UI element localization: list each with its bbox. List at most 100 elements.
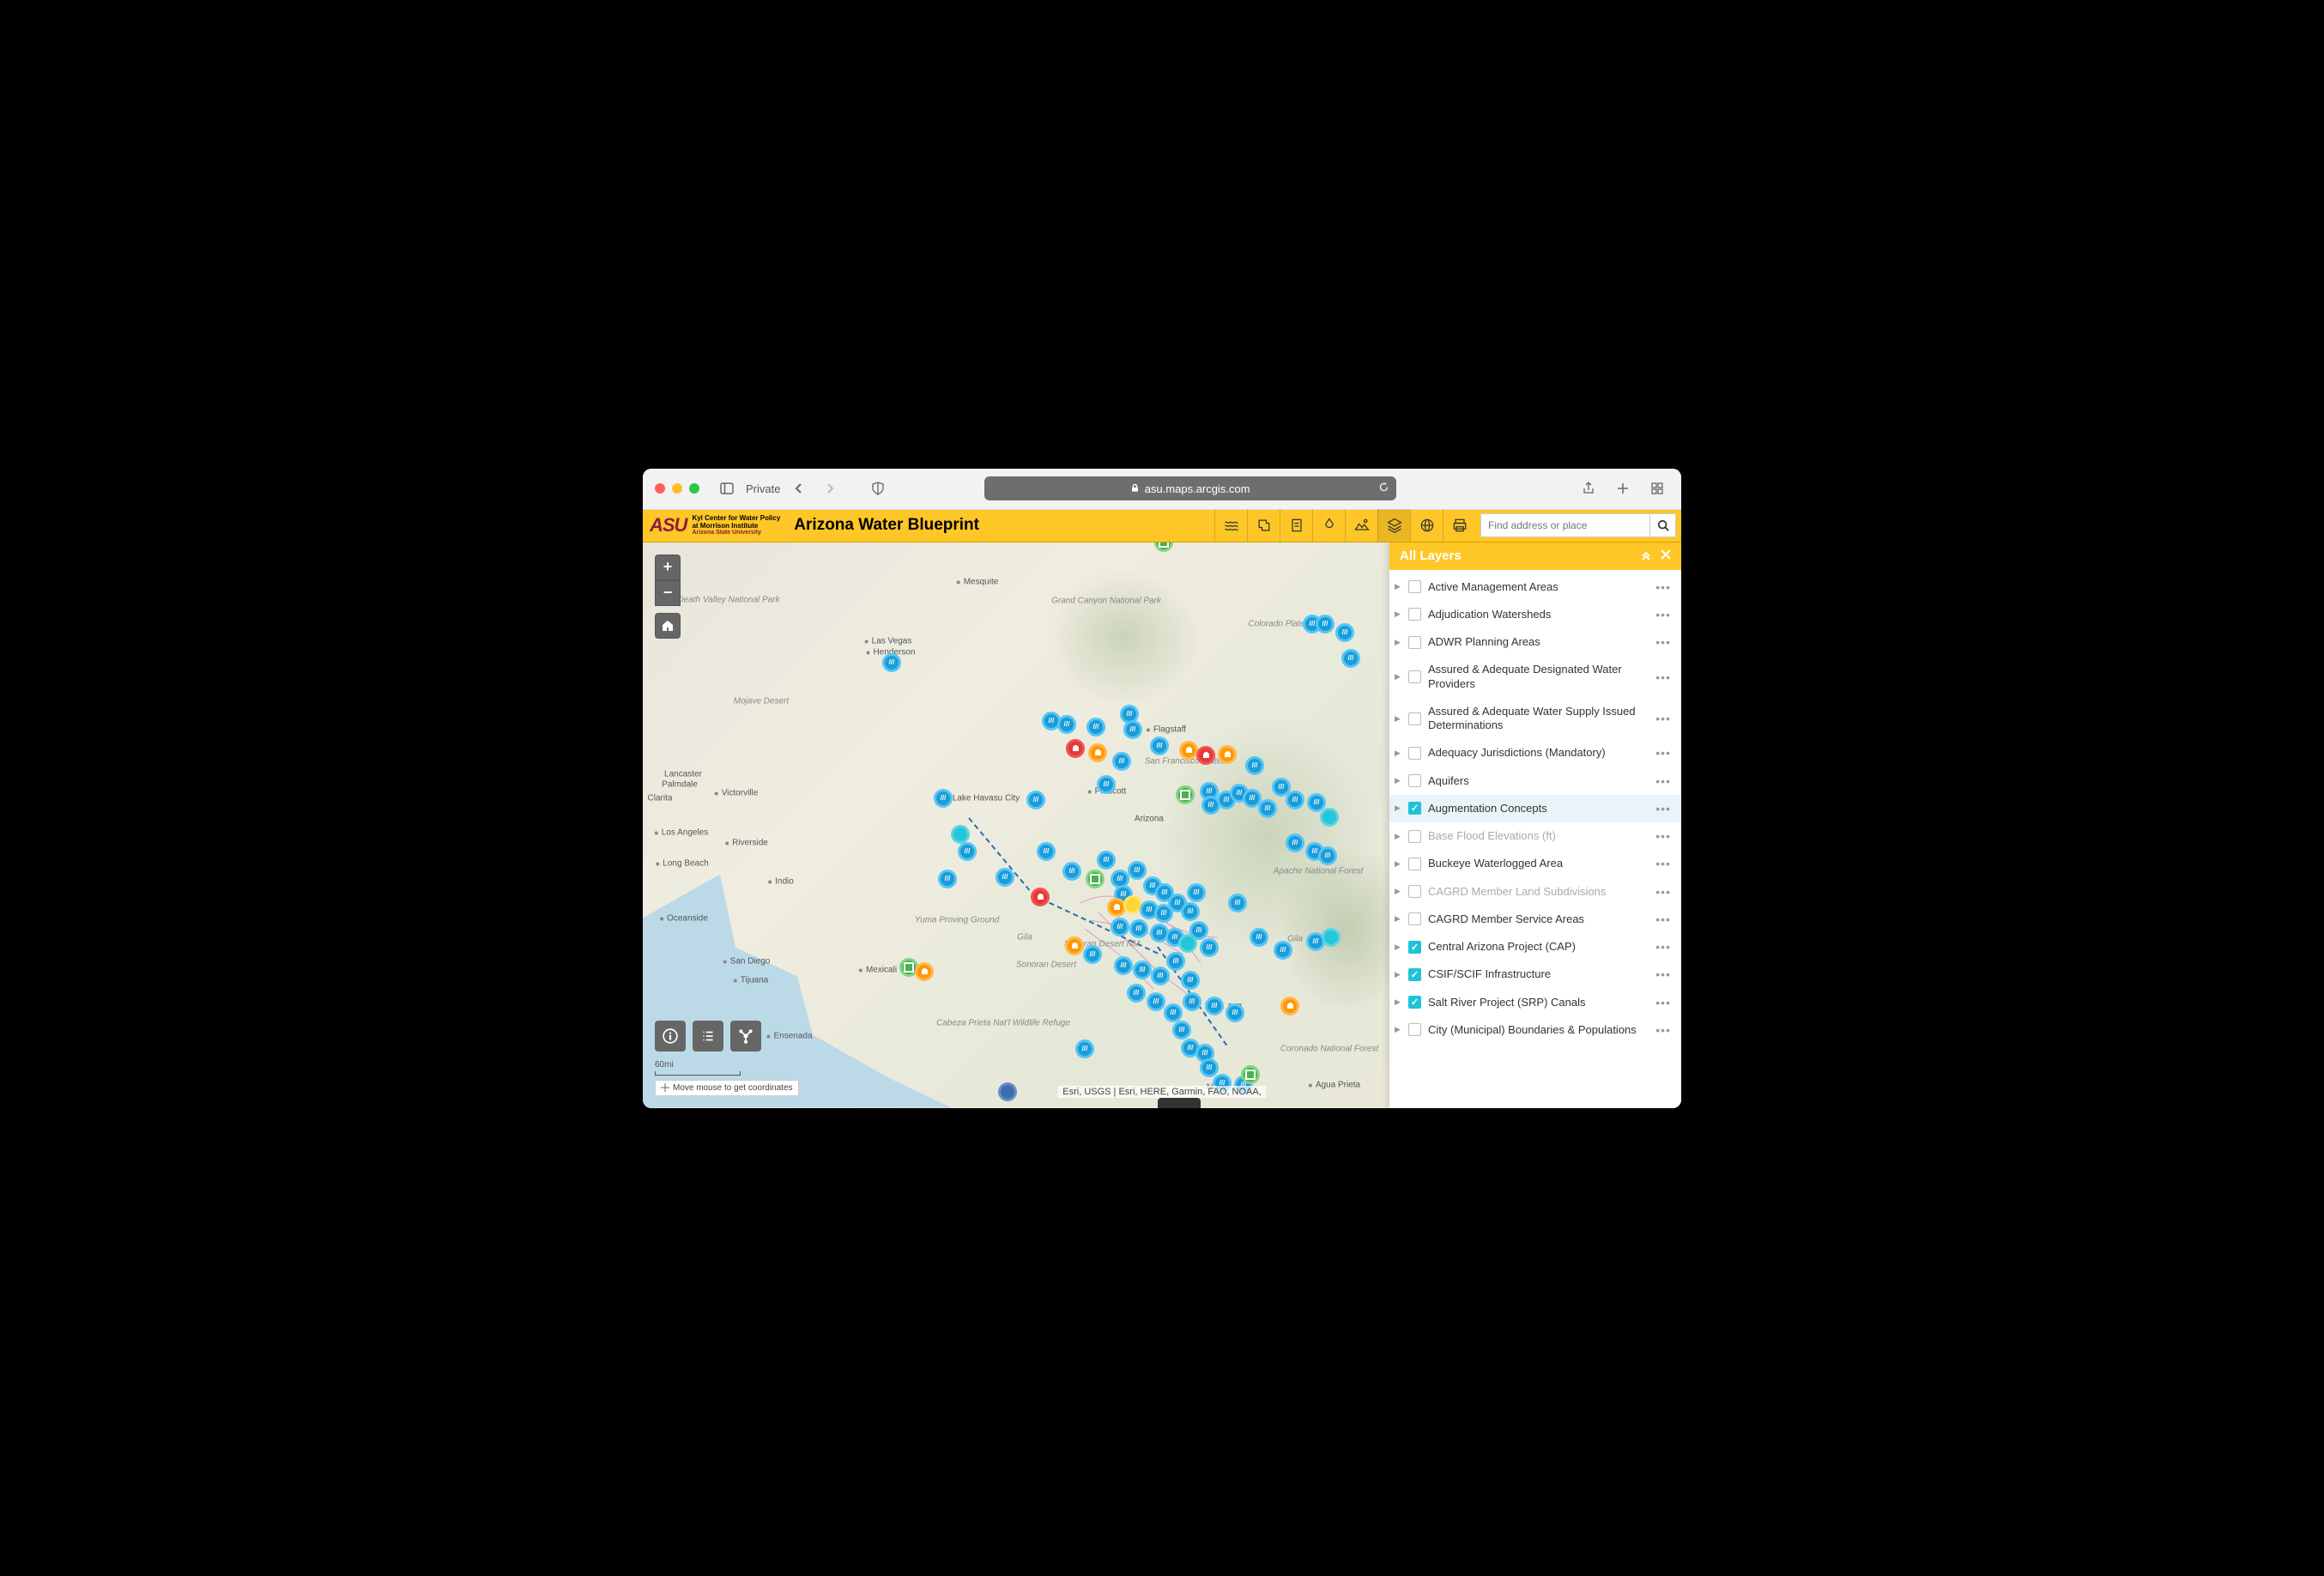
layer-more-icon[interactable]: •••	[1655, 670, 1671, 684]
layer-checkbox[interactable]	[1408, 712, 1421, 725]
tool-polygon-icon[interactable]	[1247, 509, 1280, 542]
map-marker[interactable]	[1154, 543, 1173, 552]
map-marker[interactable]	[1183, 992, 1201, 1011]
zoom-out-button[interactable]: −	[655, 580, 681, 606]
map-marker[interactable]	[1066, 739, 1085, 758]
expand-caret-icon[interactable]: ▶	[1395, 582, 1401, 591]
map-marker[interactable]	[1187, 883, 1206, 902]
reload-icon[interactable]	[1378, 482, 1389, 495]
layer-checkbox[interactable]	[1408, 912, 1421, 925]
maximize-window-button[interactable]	[689, 483, 699, 494]
expand-caret-icon[interactable]: ▶	[1395, 943, 1401, 952]
layer-more-icon[interactable]: •••	[1655, 580, 1671, 594]
layer-row[interactable]: ▶Aquifers•••	[1389, 767, 1681, 795]
expand-caret-icon[interactable]: ▶	[1395, 672, 1401, 682]
map-marker[interactable]	[1112, 752, 1131, 771]
layer-more-icon[interactable]: •••	[1655, 967, 1671, 981]
panel-body[interactable]: ▶Active Management Areas•••▶Adjudication…	[1389, 570, 1681, 1108]
map-marker[interactable]	[1274, 941, 1292, 960]
back-button[interactable]	[787, 476, 811, 500]
map-marker[interactable]	[1065, 937, 1084, 955]
layer-more-icon[interactable]: •••	[1655, 996, 1671, 1009]
search-input[interactable]	[1480, 513, 1650, 537]
map-marker[interactable]	[1127, 984, 1146, 1003]
map-marker[interactable]	[882, 653, 901, 672]
layer-row[interactable]: ▶Augmentation Concepts•••	[1389, 795, 1681, 822]
layer-checkbox[interactable]	[1408, 636, 1421, 649]
layer-checkbox[interactable]	[1408, 802, 1421, 815]
layer-row[interactable]: ▶CSIF/SCIF Infrastructure•••	[1389, 961, 1681, 988]
map-marker[interactable]	[1245, 756, 1264, 775]
share-map-button[interactable]	[730, 1021, 761, 1052]
panel-collapse-icon[interactable]	[1640, 549, 1652, 564]
map-marker[interactable]	[1200, 1058, 1219, 1077]
tool-water-icon[interactable]	[1214, 509, 1247, 542]
map-marker[interactable]	[1241, 1065, 1260, 1084]
expand-caret-icon[interactable]: ▶	[1395, 1025, 1401, 1034]
map-marker[interactable]	[1147, 992, 1165, 1011]
map-marker[interactable]	[1086, 870, 1105, 888]
map-marker[interactable]	[1164, 1003, 1183, 1022]
layer-checkbox[interactable]	[1408, 885, 1421, 898]
map-marker[interactable]	[1062, 862, 1081, 881]
tabs-overview-icon[interactable]	[1645, 476, 1669, 500]
bottom-tab-handle[interactable]	[1158, 1098, 1201, 1108]
map-marker[interactable]	[1316, 615, 1334, 633]
map-marker[interactable]	[1037, 842, 1056, 861]
layer-more-icon[interactable]: •••	[1655, 857, 1671, 870]
map-marker[interactable]	[1280, 997, 1299, 1015]
map-marker[interactable]	[1179, 741, 1198, 760]
expand-caret-icon[interactable]: ▶	[1395, 832, 1401, 841]
expand-caret-icon[interactable]: ▶	[1395, 776, 1401, 785]
map-marker[interactable]	[1151, 967, 1170, 985]
map-marker[interactable]	[1200, 938, 1219, 957]
layer-row[interactable]: ▶Active Management Areas•••	[1389, 573, 1681, 601]
map-marker[interactable]	[1166, 952, 1185, 971]
layer-row[interactable]: ▶City (Municipal) Boundaries & Populatio…	[1389, 1016, 1681, 1044]
map-marker[interactable]	[1150, 736, 1169, 755]
layer-more-icon[interactable]: •••	[1655, 1023, 1671, 1037]
map-marker[interactable]	[951, 825, 970, 844]
map-marker[interactable]	[1172, 1021, 1191, 1040]
expand-caret-icon[interactable]: ▶	[1395, 997, 1401, 1007]
map-marker[interactable]	[938, 870, 957, 888]
map-marker[interactable]	[1226, 1003, 1244, 1022]
map-marker[interactable]	[1111, 918, 1129, 937]
layer-row[interactable]: ▶CAGRD Member Land Subdivisions•••	[1389, 878, 1681, 906]
expand-caret-icon[interactable]: ▶	[1395, 609, 1401, 619]
map-marker[interactable]	[1176, 785, 1195, 804]
map-marker[interactable]	[1097, 775, 1116, 794]
map-marker[interactable]	[1128, 861, 1147, 880]
map-marker[interactable]	[1075, 1040, 1094, 1058]
expand-caret-icon[interactable]: ▶	[1395, 714, 1401, 724]
expand-caret-icon[interactable]: ▶	[1395, 970, 1401, 979]
layer-more-icon[interactable]: •••	[1655, 912, 1671, 926]
map-marker[interactable]	[1123, 720, 1142, 739]
layer-checkbox[interactable]	[1408, 774, 1421, 787]
layer-checkbox[interactable]	[1408, 968, 1421, 981]
shield-icon[interactable]	[866, 476, 890, 500]
tool-layers-icon[interactable]	[1377, 509, 1410, 542]
layer-more-icon[interactable]: •••	[1655, 712, 1671, 725]
layer-row[interactable]: ▶Salt River Project (SRP) Canals•••	[1389, 989, 1681, 1016]
layer-checkbox[interactable]	[1408, 580, 1421, 593]
minimize-window-button[interactable]	[672, 483, 682, 494]
map-marker[interactable]	[915, 962, 934, 981]
address-bar[interactable]: asu.maps.arcgis.com	[984, 476, 1396, 500]
map-marker[interactable]	[1286, 791, 1304, 809]
legend-button[interactable]	[693, 1021, 723, 1052]
map-marker[interactable]	[1057, 715, 1076, 734]
layer-checkbox[interactable]	[1408, 1023, 1421, 1036]
new-tab-icon[interactable]	[1611, 476, 1635, 500]
layer-more-icon[interactable]: •••	[1655, 885, 1671, 899]
layer-checkbox[interactable]	[1408, 747, 1421, 760]
expand-caret-icon[interactable]: ▶	[1395, 914, 1401, 924]
layer-row[interactable]: ▶Adequacy Jurisdictions (Mandatory)•••	[1389, 739, 1681, 767]
layer-checkbox[interactable]	[1408, 608, 1421, 621]
expand-caret-icon[interactable]: ▶	[1395, 859, 1401, 869]
map-marker[interactable]	[1335, 623, 1354, 642]
tool-drop-icon[interactable]	[1312, 509, 1345, 542]
share-icon[interactable]	[1577, 476, 1601, 500]
expand-caret-icon[interactable]: ▶	[1395, 749, 1401, 758]
layer-row[interactable]: ▶Buckeye Waterlogged Area•••	[1389, 850, 1681, 877]
